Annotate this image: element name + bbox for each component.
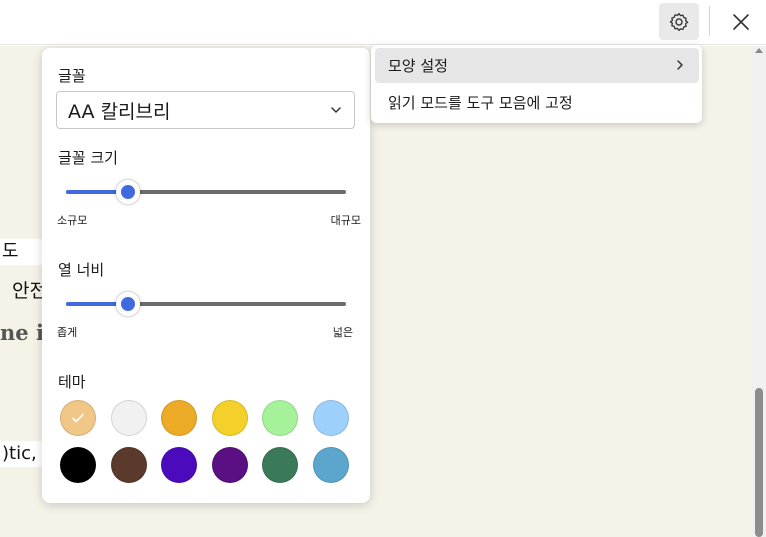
theme-swatch[interactable] bbox=[262, 447, 298, 483]
column-width-slider[interactable] bbox=[66, 292, 346, 316]
font-size-max-label: 대규모 bbox=[330, 214, 361, 227]
theme-swatch[interactable] bbox=[60, 400, 96, 436]
close-icon bbox=[733, 13, 749, 30]
gear-icon bbox=[669, 12, 689, 31]
toolbar-divider bbox=[709, 6, 710, 36]
menu-item-label: 모양 설정 bbox=[388, 57, 448, 75]
theme-swatch[interactable] bbox=[313, 400, 349, 436]
appearance-panel: 글꼴 AA 칼리브리 글꼴 크기 소규모 대규모 열 너비 좁게 넓은 테마 bbox=[42, 48, 370, 503]
font-size-label: 글꼴 크기 bbox=[58, 149, 118, 167]
text-fragment: )tic, bbox=[0, 441, 42, 467]
check-icon bbox=[72, 413, 84, 423]
theme-label: 테마 bbox=[58, 373, 86, 391]
column-width-label: 열 너비 bbox=[58, 261, 105, 279]
top-toolbar bbox=[0, 0, 766, 45]
column-width-max-label: 넓은 bbox=[332, 326, 353, 339]
settings-button[interactable] bbox=[659, 3, 699, 40]
font-dropdown-value: AA 칼리브리 bbox=[68, 100, 171, 123]
chevron-down-icon bbox=[331, 107, 341, 113]
scroll-up-icon[interactable] bbox=[755, 48, 763, 53]
vertical-scrollbar[interactable] bbox=[752, 46, 766, 537]
theme-swatch[interactable] bbox=[262, 400, 298, 436]
theme-swatch[interactable] bbox=[212, 400, 248, 436]
settings-menu: 모양 설정 읽기 모드를 도구 모음에 고정 bbox=[371, 45, 702, 123]
theme-swatch[interactable] bbox=[111, 447, 147, 483]
theme-swatch[interactable] bbox=[111, 400, 147, 436]
text-fragment: 도 bbox=[0, 239, 42, 265]
theme-swatch[interactable] bbox=[161, 447, 197, 483]
font-dropdown[interactable]: AA 칼리브리 bbox=[56, 91, 355, 129]
theme-swatch[interactable] bbox=[212, 447, 248, 483]
chevron-right-icon bbox=[677, 60, 683, 70]
text-fragment: ne i bbox=[0, 320, 44, 345]
menu-item-appearance[interactable]: 모양 설정 bbox=[375, 48, 699, 83]
theme-swatch[interactable] bbox=[60, 447, 96, 483]
font-label: 글꼴 bbox=[58, 67, 86, 85]
menu-item-label: 읽기 모드를 도구 모음에 고정 bbox=[388, 94, 573, 112]
menu-item-pin-toolbar[interactable]: 읽기 모드를 도구 모음에 고정 bbox=[375, 85, 699, 120]
theme-swatch[interactable] bbox=[161, 400, 197, 436]
slider-thumb[interactable] bbox=[116, 180, 140, 204]
scrollbar-thumb[interactable] bbox=[755, 388, 763, 537]
font-size-slider[interactable] bbox=[66, 180, 346, 204]
close-button[interactable] bbox=[724, 3, 758, 40]
column-width-min-label: 좁게 bbox=[57, 326, 78, 339]
font-size-min-label: 소규모 bbox=[57, 214, 88, 227]
slider-thumb[interactable] bbox=[116, 292, 140, 316]
theme-swatch[interactable] bbox=[313, 447, 349, 483]
